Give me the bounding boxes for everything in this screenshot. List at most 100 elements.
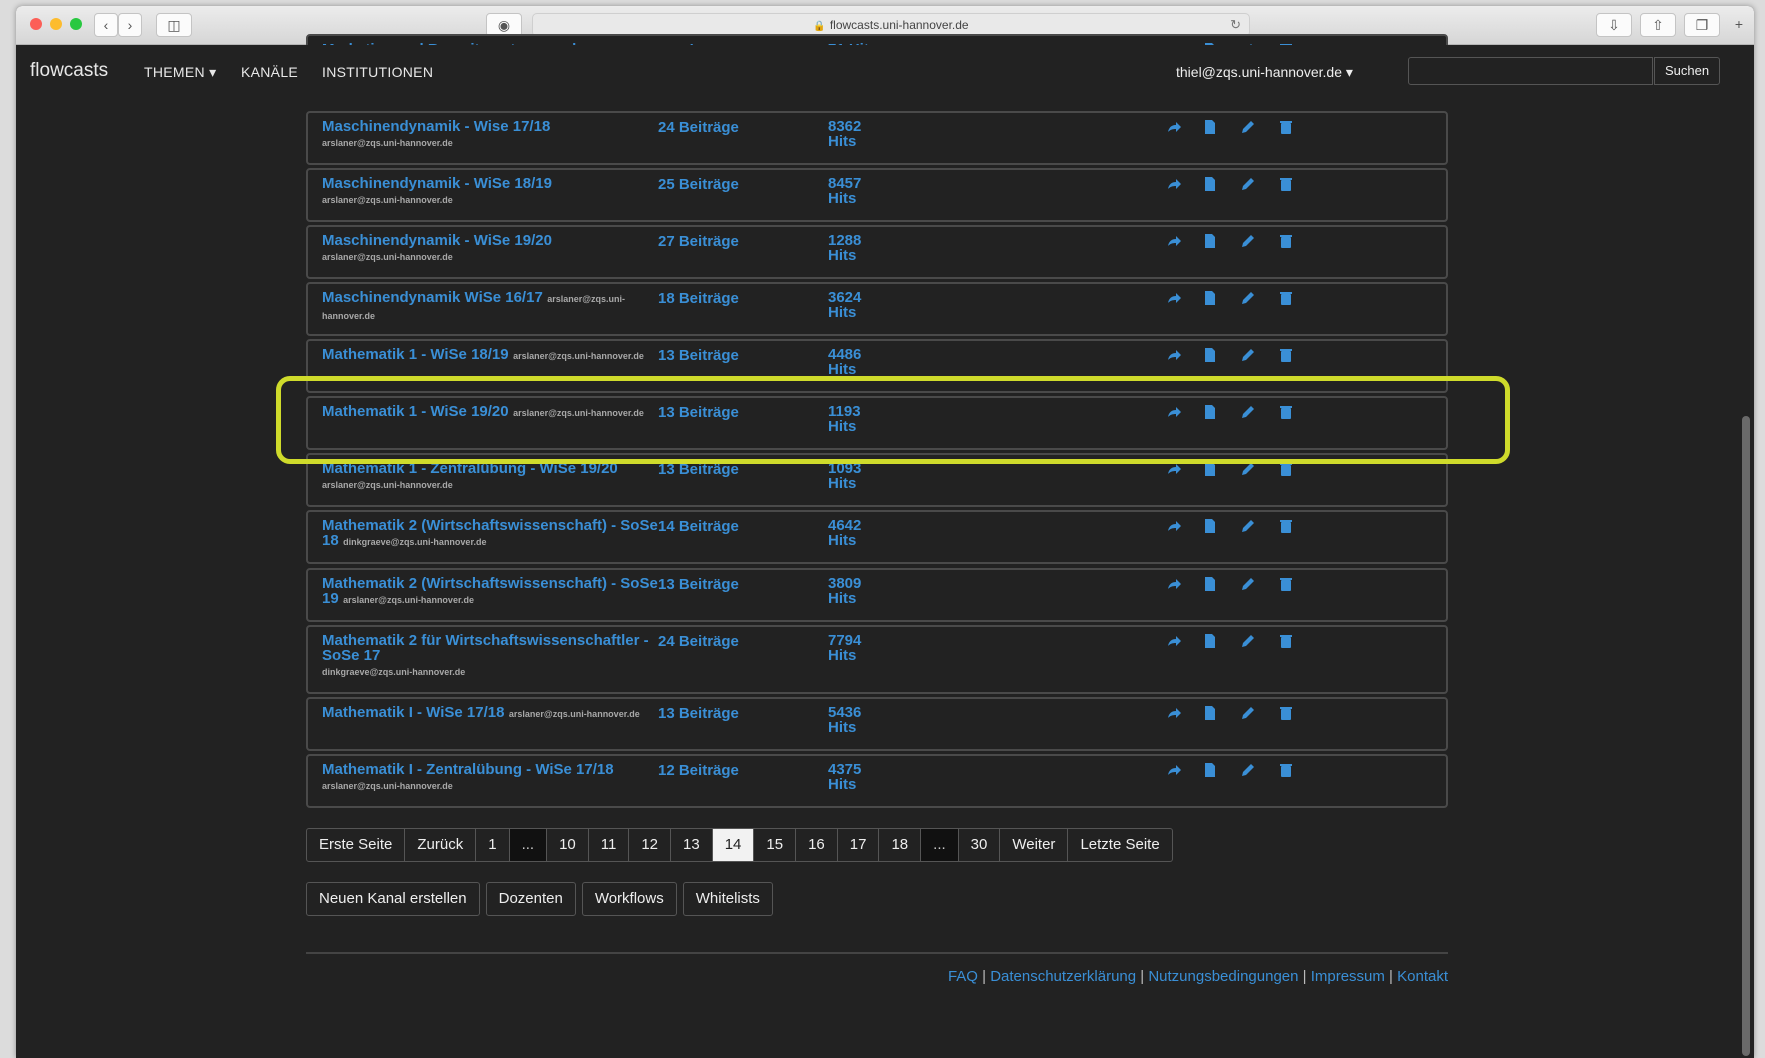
page-button[interactable]: 15 [754,828,797,862]
trash-icon[interactable] [1276,461,1296,481]
page-button[interactable]: 18 [879,828,922,862]
share-icon[interactable] [1164,633,1184,653]
share-icon[interactable] [1164,576,1184,596]
file-icon[interactable] [1200,461,1220,481]
trash-icon[interactable] [1276,518,1296,538]
new-channel-button[interactable]: Neuen Kanal erstellen [306,882,480,916]
channel-title-link[interactable]: Mathematik 1 - Zentralübung - WiSe 19/20 [322,460,618,477]
nav-themen[interactable]: THEMEN ▾ [144,64,216,81]
channel-title-link[interactable]: Maschinendynamik WiSe 16/17 [322,289,543,306]
file-icon[interactable] [1200,119,1220,139]
downloads-icon[interactable]: ⇩ [1596,13,1632,37]
page-button[interactable]: 10 [547,828,589,862]
file-icon[interactable] [1200,233,1220,253]
page-button[interactable]: 16 [796,828,838,862]
channel-title-link[interactable]: Mathematik 2 für Wirtschaftswissenschaft… [322,632,649,664]
channel-title-link[interactable]: Maschinendynamik - WiSe 19/20 [322,232,552,249]
share-icon[interactable] [1164,461,1184,481]
trash-icon[interactable] [1276,290,1296,310]
forward-icon[interactable]: › [118,13,142,37]
channel-title-link[interactable]: Maschinendynamik - Wise 17/18 [322,118,550,135]
edit-pencil-icon[interactable] [1238,461,1258,481]
file-icon[interactable] [1200,347,1220,367]
new-tab-icon[interactable]: + [1728,13,1750,35]
file-icon[interactable] [1200,176,1220,196]
trash-icon[interactable] [1276,705,1296,725]
page-button[interactable]: Weiter [1000,828,1069,862]
share-icon[interactable] [1164,762,1184,782]
imprint-link[interactable]: Impressum [1311,968,1385,985]
trash-icon[interactable] [1276,233,1296,253]
page-button[interactable]: 14 [712,828,755,862]
trash-icon[interactable] [1276,633,1296,653]
nav-institutionen[interactable]: INSTITUTIONEN [322,64,433,80]
share-icon[interactable] [1164,518,1184,538]
minimize-window-icon[interactable] [50,18,62,30]
page-button[interactable]: 12 [629,828,672,862]
file-icon[interactable] [1200,576,1220,596]
edit-pencil-icon[interactable] [1238,576,1258,596]
page-button[interactable]: Letzte Seite [1068,828,1173,862]
file-icon[interactable] [1200,705,1220,725]
trash-icon[interactable] [1276,176,1296,196]
trash-icon[interactable] [1276,119,1296,139]
edit-pencil-icon[interactable] [1238,762,1258,782]
file-icon[interactable] [1200,762,1220,782]
channel-title-link[interactable]: Mathematik 1 - WiSe 18/19 [322,346,509,363]
share-icon[interactable] [1164,233,1184,253]
faq-link[interactable]: FAQ [948,968,978,985]
edit-pencil-icon[interactable] [1238,518,1258,538]
page-button[interactable]: Erste Seite [306,828,406,862]
file-icon[interactable] [1200,290,1220,310]
edit-pencil-icon[interactable] [1238,290,1258,310]
edit-pencil-icon[interactable] [1238,233,1258,253]
brand-logo[interactable]: flowcasts [30,60,108,82]
share-icon[interactable]: ⇧ [1640,13,1676,37]
page-button[interactable]: 13 [671,828,713,862]
sidebar-toggle-icon[interactable]: ◫ [156,13,192,37]
share-icon[interactable] [1164,705,1184,725]
file-icon[interactable] [1200,404,1220,424]
lecturers-button[interactable]: Dozenten [485,882,576,916]
trash-icon[interactable] [1276,404,1296,424]
terms-link[interactable]: Nutzungsbedingungen [1148,968,1298,985]
file-icon[interactable] [1200,518,1220,538]
trash-icon[interactable] [1276,762,1296,782]
share-icon[interactable] [1164,176,1184,196]
edit-pencil-icon[interactable] [1238,705,1258,725]
page-button[interactable]: 17 [837,828,880,862]
zoom-window-icon[interactable] [70,18,82,30]
nav-kanaele[interactable]: KANÄLE [241,64,298,80]
search-input[interactable] [1408,57,1653,85]
workflows-button[interactable]: Workflows [581,882,677,916]
contact-link[interactable]: Kontakt [1397,968,1448,985]
search-button[interactable]: Suchen [1654,57,1720,85]
channel-title-link[interactable]: Mathematik 1 - WiSe 19/20 [322,403,509,420]
share-icon[interactable] [1164,347,1184,367]
edit-pencil-icon[interactable] [1238,347,1258,367]
edit-pencil-icon[interactable] [1238,404,1258,424]
trash-icon[interactable] [1276,576,1296,596]
page-button[interactable]: 1 [476,828,510,862]
user-menu[interactable]: thiel@zqs.uni-hannover.de ▾ [1176,64,1353,81]
trash-icon[interactable] [1276,347,1296,367]
share-icon[interactable] [1164,290,1184,310]
whitelists-button[interactable]: Whitelists [682,882,773,916]
edit-pencil-icon[interactable] [1238,176,1258,196]
page-button[interactable]: 11 [588,828,630,862]
privacy-link[interactable]: Datenschutzerklärung [990,968,1136,985]
page-button[interactable]: Zurück [405,828,477,862]
file-icon[interactable] [1200,633,1220,653]
edit-pencil-icon[interactable] [1238,119,1258,139]
share-icon[interactable] [1164,404,1184,424]
channel-title-link[interactable]: Maschinendynamik - WiSe 18/19 [322,175,552,192]
channel-title-link[interactable]: Mathematik I - Zentralübung - WiSe 17/18 [322,761,614,778]
edit-pencil-icon[interactable] [1238,633,1258,653]
channel-title-link[interactable]: Mathematik I - WiSe 17/18 [322,704,504,721]
page-button[interactable]: 30 [958,828,1001,862]
reload-icon[interactable]: ↻ [1230,14,1241,36]
tabs-overview-icon[interactable]: ❐ [1684,13,1720,37]
scrollbar[interactable] [1742,416,1750,1056]
close-window-icon[interactable] [30,18,42,30]
share-icon[interactable] [1164,119,1184,139]
